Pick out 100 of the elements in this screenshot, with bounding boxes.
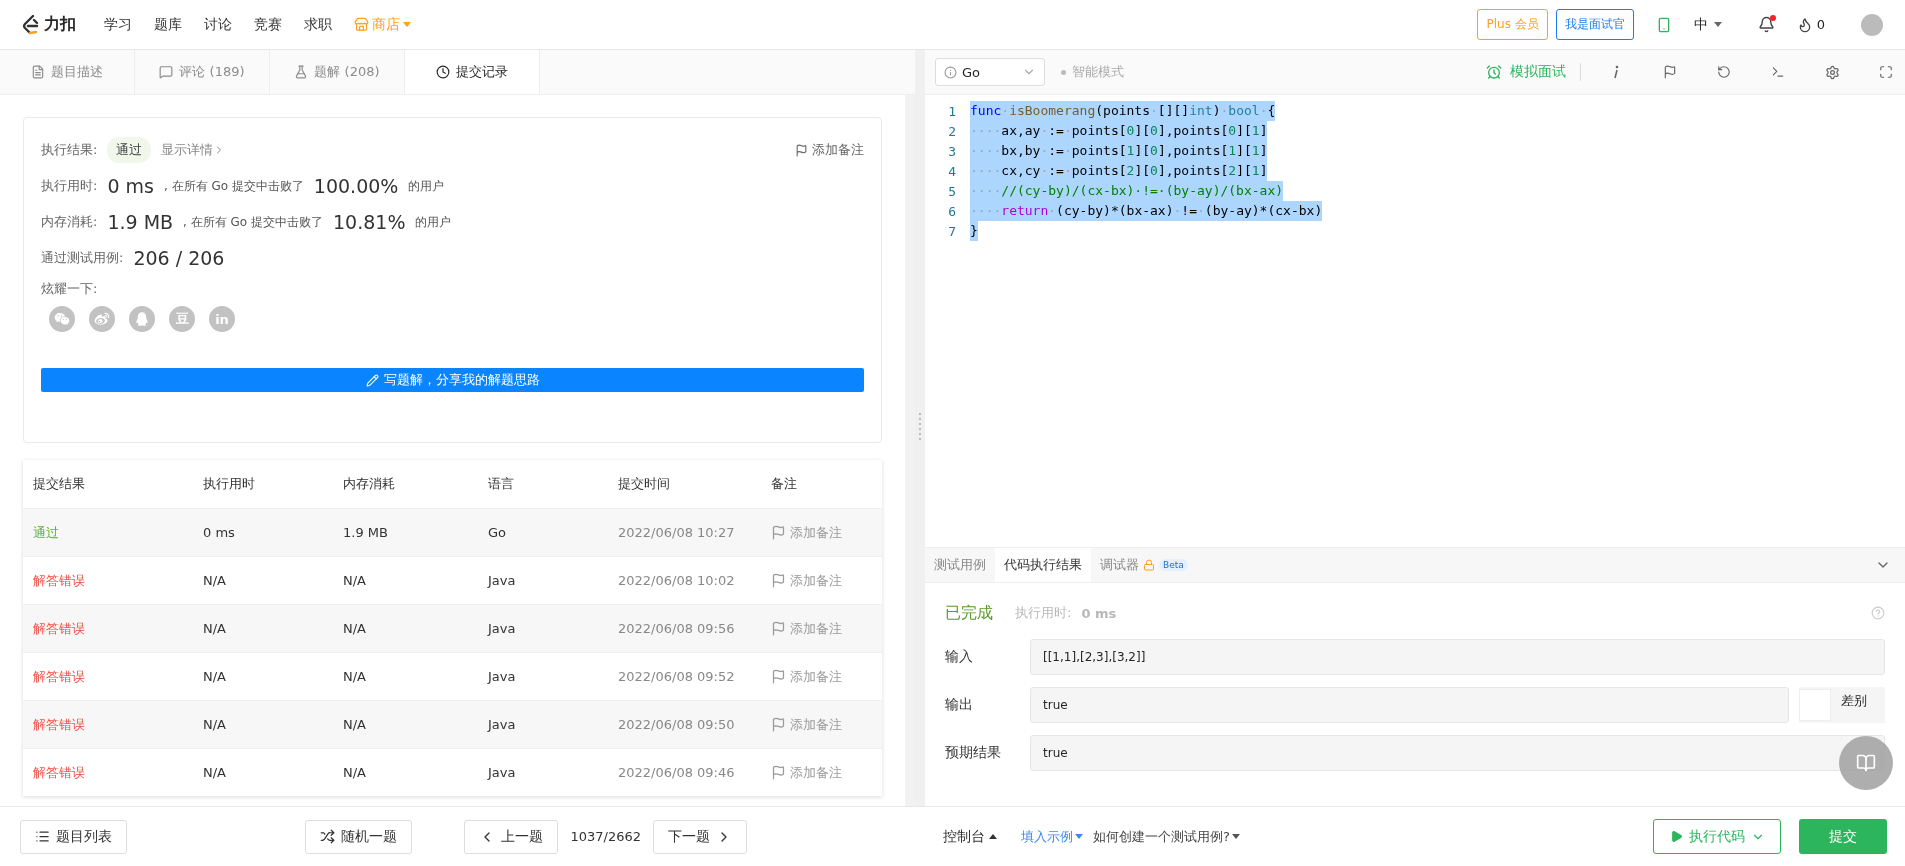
fill-example-link[interactable]: 填入示例 [1021, 827, 1083, 846]
logo-text[interactable]: 力扣 [44, 14, 76, 35]
submit-button[interactable]: 提交 [1799, 819, 1887, 854]
status-cell[interactable]: 解答错误 [33, 763, 203, 782]
add-note-link[interactable]: 添加备注 [771, 523, 882, 542]
table-cell-text: N/A [203, 621, 227, 636]
plus-membership-button[interactable]: Plus 会员 [1477, 9, 1548, 40]
help-icon[interactable] [1871, 606, 1885, 620]
column-header: 备注 [771, 475, 798, 493]
table-cell-text: Java [488, 669, 517, 684]
flag-icon [771, 525, 786, 540]
console-tab[interactable]: 代码执行结果 [995, 548, 1091, 582]
caret-icon [1231, 834, 1240, 839]
submission-row[interactable]: 解答错误 N/A N/A Java 2022/06/08 09:56 添加备注 [23, 604, 882, 652]
table-cell-text: N/A [203, 669, 227, 684]
penguin-share-icon[interactable] [129, 306, 155, 332]
add-note-link[interactable]: 添加备注 [771, 667, 882, 686]
table-cell-text: Java [488, 765, 517, 780]
submission-row[interactable]: 解答错误 N/A N/A Java 2022/06/08 09:46 添加备注 [23, 748, 882, 796]
status-cell[interactable]: 解答错误 [33, 571, 203, 590]
nav-link[interactable]: 求职 [304, 15, 332, 34]
panel-tab[interactable]: 题目描述 [0, 50, 135, 94]
weibo-share-icon[interactable] [89, 306, 115, 332]
document-icon [31, 65, 45, 79]
line-number: 2 [947, 123, 957, 139]
field-label: 输入 [945, 648, 974, 666]
notebook-button[interactable] [1839, 736, 1893, 790]
store-menu[interactable]: 商店 [354, 15, 411, 34]
submission-row[interactable]: 通过 0 ms 1.9 MB Go 2022/06/08 10:27 添加备注 [23, 508, 882, 556]
submission-row[interactable]: 解答错误 N/A N/A Java 2022/06/08 10:02 添加备注 [23, 556, 882, 604]
add-note-link[interactable]: 添加备注 [771, 715, 882, 734]
panel-tab[interactable]: 评论 (189) [135, 50, 270, 94]
random-problem-button[interactable]: 随机一题 [305, 819, 413, 854]
clock-icon [436, 65, 450, 79]
beta-badge: Beta [1159, 559, 1188, 571]
mock-interview-button[interactable]: 模拟面试 [1486, 63, 1581, 81]
table-cell-text: 0 ms [203, 525, 236, 540]
splitter-handle[interactable] [919, 413, 921, 443]
console-tab[interactable]: 调试器 Beta [1091, 548, 1197, 582]
add-note-link[interactable]: 添加备注 [771, 571, 882, 590]
write-solution-button[interactable]: 写题解，分享我的解题思路 [41, 368, 864, 392]
field-label: 执行结果: [41, 141, 98, 159]
language-select[interactable]: Go [935, 58, 1045, 86]
table-cell-text: N/A [203, 765, 227, 780]
table-cell-text: N/A [203, 573, 227, 588]
line-number: 4 [947, 163, 957, 179]
table-cell-text: N/A [343, 669, 367, 684]
book-icon [1856, 753, 1876, 773]
status-cell[interactable]: 通过 [33, 523, 203, 542]
column-header: 执行用时 [203, 475, 256, 493]
wechat-share-icon[interactable] [49, 306, 75, 332]
line-number: 6 [947, 203, 957, 219]
problem-list-button[interactable]: 题目列表 [20, 819, 127, 854]
console-toggle[interactable]: 控制台 [943, 827, 997, 846]
logo-icon[interactable] [22, 14, 40, 35]
how-to-test-link[interactable]: 如何创建一个测试用例? [1093, 827, 1240, 846]
caret-icon [989, 834, 997, 839]
run-code-button[interactable]: 执行代码 [1653, 819, 1781, 854]
table-cell-text: Java [488, 573, 517, 588]
problem-counter: 1037/2662 [569, 829, 642, 844]
avatar[interactable] [1861, 13, 1883, 36]
nav-link[interactable]: 题库 [154, 15, 182, 34]
caret-icon [403, 22, 411, 27]
table-cell-text: N/A [343, 717, 367, 732]
table-cell-text: 2022/06/08 09:56 [618, 621, 736, 636]
field-label: 通过测试用例: [41, 249, 124, 267]
result-field: [[1,1],[2,3],[3,2]] [1030, 639, 1885, 675]
panel-tab[interactable]: 提交记录 [405, 50, 540, 94]
streak-count: 0 [1816, 17, 1825, 32]
add-note-link[interactable]: 添加备注 [771, 763, 882, 782]
smart-mode-toggle[interactable]: 智能模式 [1061, 63, 1124, 81]
status-badge: 通过 [107, 137, 152, 163]
stat-text: 的用户 [408, 177, 445, 195]
interviewer-button[interactable]: 我是面试官 [1555, 9, 1634, 40]
result-field: true [1030, 687, 1789, 723]
column-header: 提交结果 [33, 475, 86, 493]
nav-link[interactable]: 学习 [104, 15, 132, 34]
next-problem-button[interactable]: 下一题 [653, 819, 747, 854]
field-label: 输出 [945, 696, 974, 714]
console-tab[interactable]: 测试用例 [925, 548, 995, 582]
flag-icon [795, 143, 808, 157]
status-cell[interactable]: 解答错误 [33, 667, 203, 686]
bell-icon[interactable] [1757, 16, 1775, 33]
status-cell[interactable]: 解答错误 [33, 619, 203, 638]
add-note-link[interactable]: 添加备注 [795, 141, 864, 159]
add-note-link[interactable]: 添加备注 [771, 619, 882, 638]
shuffle-icon [320, 829, 336, 844]
table-cell-text: Go [488, 525, 508, 540]
info-icon [944, 65, 957, 79]
language-menu[interactable]: 中 [1693, 15, 1722, 34]
nav-link[interactable]: 讨论 [204, 15, 232, 34]
column-header: 内存消耗 [343, 475, 396, 493]
stat-text: , 在所有 Go 提交中击败了 [163, 177, 304, 195]
status-cell[interactable]: 解答错误 [33, 715, 203, 734]
details-link[interactable]: 显示详情 [161, 141, 226, 159]
submission-row[interactable]: 解答错误 N/A N/A Java 2022/06/08 09:50 添加备注 [23, 700, 882, 748]
submission-row[interactable]: 解答错误 N/A N/A Java 2022/06/08 09:52 添加备注 [23, 652, 882, 700]
previous-problem-button[interactable]: 上一题 [464, 819, 559, 854]
table-cell-text: Java [488, 717, 517, 732]
nav-link[interactable]: 竞赛 [254, 15, 282, 34]
